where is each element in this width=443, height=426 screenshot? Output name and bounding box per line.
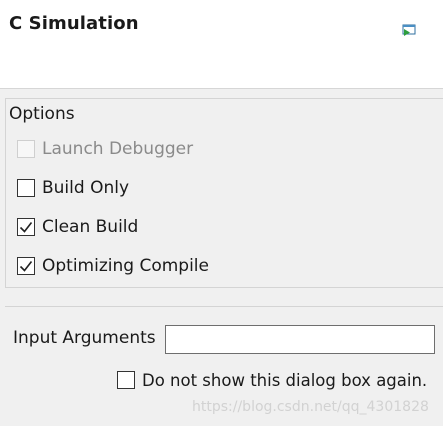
- clean-build-checkbox[interactable]: [17, 218, 35, 236]
- watermark: https://blog.csdn.net/qq_4301828: [192, 399, 429, 415]
- build-only-label[interactable]: Build Only: [42, 178, 129, 198]
- input-arguments-field[interactable]: [165, 325, 435, 354]
- dont-show-checkbox[interactable]: [117, 371, 135, 389]
- build-only-option[interactable]: Build Only: [17, 177, 129, 199]
- launch-debugger-label: Launch Debugger: [42, 139, 194, 159]
- optimizing-compile-checkbox[interactable]: [17, 257, 35, 275]
- options-legend: Options: [9, 104, 75, 124]
- dont-show-label[interactable]: Do not show this dialog box again.: [142, 371, 427, 390]
- sim-run-icon: [402, 23, 417, 38]
- dont-show-option[interactable]: Do not show this dialog box again.: [117, 369, 427, 391]
- optimizing-compile-option[interactable]: Optimizing Compile: [17, 255, 209, 277]
- optimizing-compile-label[interactable]: Optimizing Compile: [42, 256, 209, 276]
- dialog-header: C Simulation: [0, 0, 443, 89]
- dialog-title: C Simulation: [9, 13, 139, 34]
- checkmark-icon: [19, 222, 33, 233]
- launch-debugger-checkbox: [17, 140, 35, 158]
- clean-build-option[interactable]: Clean Build: [17, 216, 138, 238]
- input-arguments-label: Input Arguments: [13, 328, 156, 348]
- launch-debugger-option: Launch Debugger: [17, 138, 193, 160]
- checkmark-icon: [19, 261, 33, 272]
- build-only-checkbox[interactable]: [17, 179, 35, 197]
- clean-build-label[interactable]: Clean Build: [42, 217, 138, 237]
